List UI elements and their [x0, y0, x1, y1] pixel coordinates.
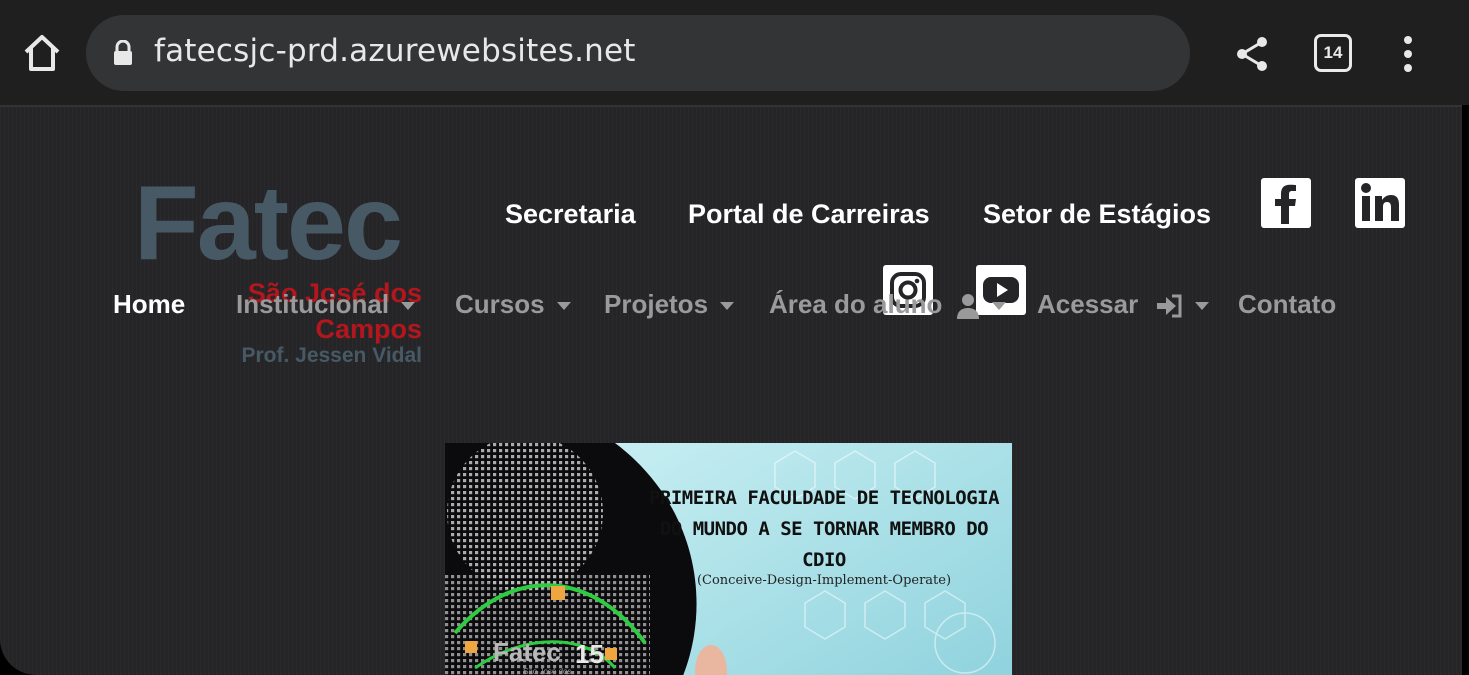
nav-institucional-label: Institucional [236, 289, 390, 319]
link-portal-carreiras[interactable]: Portal de Carreiras [688, 199, 930, 230]
url-text[interactable]: fatecsjc-prd.azurewebsites.net [154, 33, 636, 69]
nav-projetos[interactable]: Projetos [604, 289, 735, 320]
banner-logo-text: Fatec [493, 637, 561, 667]
chevron-down-icon [991, 302, 1006, 311]
nav-institucional[interactable]: Institucional [236, 289, 416, 320]
sign-in-icon [1157, 294, 1182, 318]
nav-acessar[interactable]: Acessar [1037, 289, 1210, 320]
browser-toolbar: fatecsjc-prd.azurewebsites.net 14 [0, 0, 1469, 107]
banner-logo-city: São José dos [523, 667, 572, 675]
lock-icon [114, 40, 132, 65]
banner-logo-number: 15 [575, 639, 604, 669]
user-icon [956, 294, 979, 320]
screen-edge [1462, 105, 1469, 675]
chevron-down-icon [720, 302, 735, 311]
nav-acessar-label: Acessar [1037, 289, 1139, 319]
web-page: Fatec São José dos Campos Prof. Jessen V… [0, 107, 1462, 675]
linkedin-icon[interactable] [1355, 178, 1405, 228]
nav-cursos-label: Cursos [455, 289, 545, 319]
tab-count-button[interactable]: 14 [1314, 34, 1352, 72]
link-setor-estagios[interactable]: Setor de Estágios [983, 199, 1211, 230]
banner-subtitle: (Conceive-Design-Implement-Operate) [696, 573, 952, 588]
nav-area-aluno[interactable]: Área do aluno [769, 289, 1006, 320]
logo-fatec-text[interactable]: Fatec [134, 170, 403, 276]
banner-headline-line-2: DO MUNDO A SE TORNAR MEMBRO DO [659, 518, 989, 540]
nav-contato[interactable]: Contato [1238, 289, 1336, 320]
nav-home[interactable]: Home [113, 289, 185, 320]
banner-headline-line-1: PRIMEIRA FACULDADE DE TECNOLOGIA [648, 487, 1000, 509]
logo-prof-text: Prof. Jessen Vidal [241, 344, 422, 367]
banner-headline-line-3: CDIO [802, 549, 846, 571]
nav-projetos-label: Projetos [604, 289, 709, 319]
cdio-banner[interactable]: PRIMEIRA FACULDADE DE TECNOLOGIA DO MUND… [445, 443, 1012, 675]
chevron-down-icon [401, 302, 416, 311]
nav-area-aluno-label: Área do aluno [769, 289, 943, 319]
nav-cursos[interactable]: Cursos [455, 289, 571, 320]
banner-headline: PRIMEIRA FACULDADE DE TECNOLOGIA DO MUND… [643, 483, 1005, 576]
link-secretaria[interactable]: Secretaria [505, 199, 636, 230]
more-menu-icon[interactable] [1398, 34, 1418, 74]
share-icon[interactable] [1234, 34, 1270, 74]
chevron-down-icon [1195, 302, 1210, 311]
facebook-icon[interactable] [1261, 178, 1311, 228]
home-icon[interactable] [20, 30, 64, 76]
chevron-down-icon [556, 302, 571, 311]
